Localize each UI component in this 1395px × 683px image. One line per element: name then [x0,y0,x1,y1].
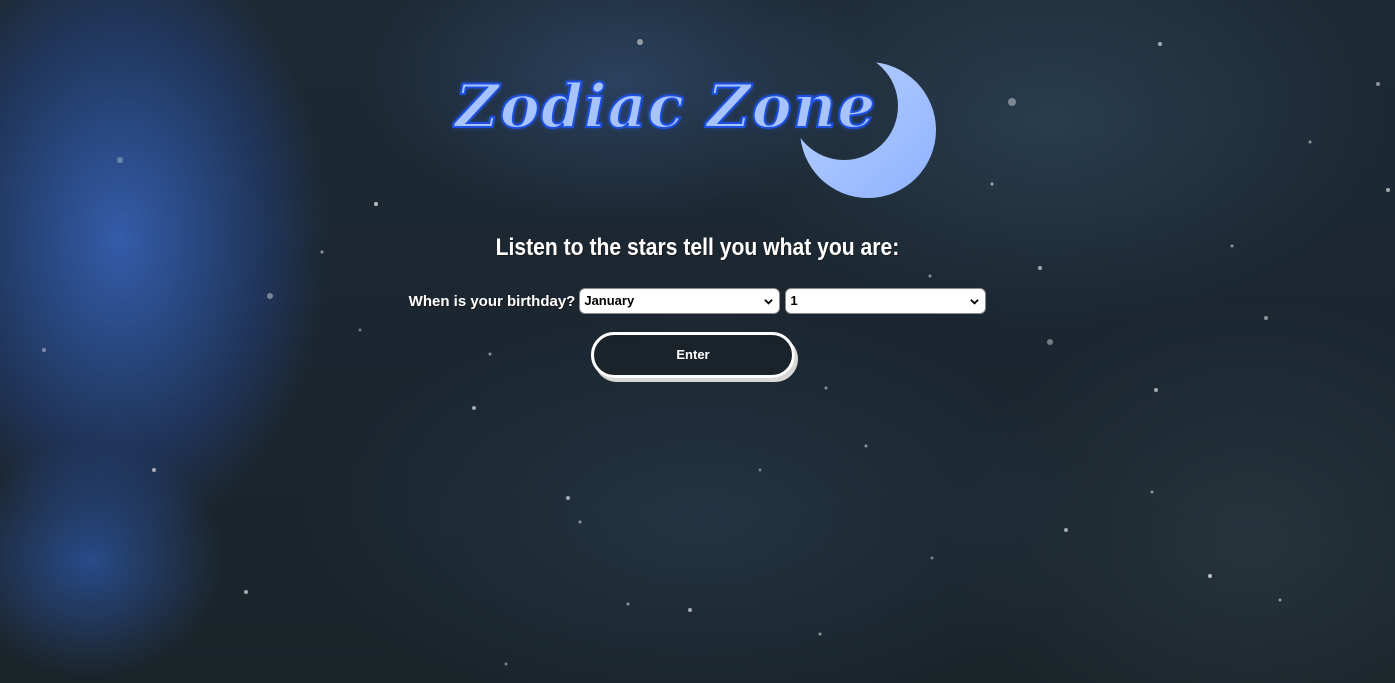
header: Zodiac Zone [0,0,1395,210]
enter-button[interactable]: Enter [591,332,795,378]
month-select-value: January [584,293,635,308]
day-select-value: 1 [790,293,798,308]
crescent-moon-icon [800,62,936,198]
chevron-down-icon [764,299,774,305]
tagline: Listen to the stars tell you what you ar… [495,234,900,261]
birthday-label: When is your birthday? [408,292,576,310]
chevron-down-icon [970,299,980,305]
birthday-form: When is your birthday? January 1 [0,288,1395,314]
day-select[interactable]: 1 [785,288,987,314]
month-select[interactable]: January [579,288,781,314]
